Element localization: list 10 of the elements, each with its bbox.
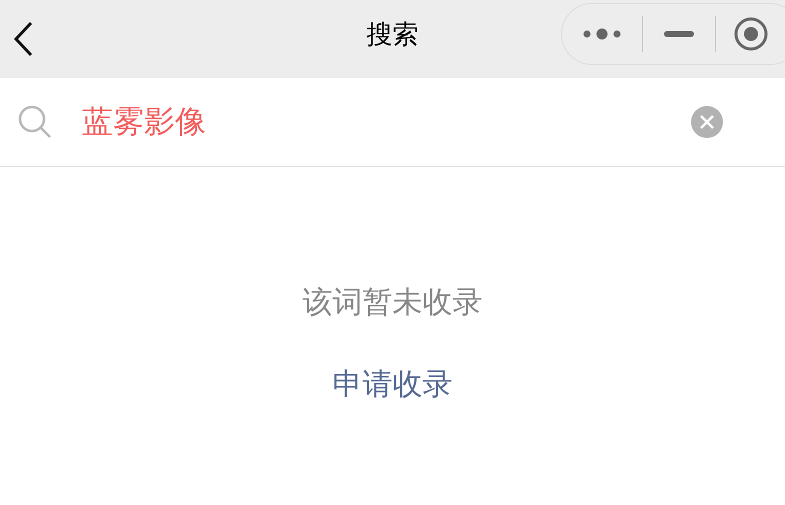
page-title: 搜索 — [366, 18, 418, 50]
minus-icon — [664, 31, 694, 37]
close-icon — [700, 115, 714, 129]
more-icon — [583, 28, 621, 40]
request-link[interactable]: 申请收录 — [332, 365, 452, 405]
target-icon — [734, 17, 768, 51]
search-field[interactable]: 蓝雾影像 — [82, 98, 682, 146]
empty-message: 该词暂未收录 — [302, 285, 482, 321]
search-icon — [17, 104, 53, 140]
back-icon — [13, 21, 33, 57]
